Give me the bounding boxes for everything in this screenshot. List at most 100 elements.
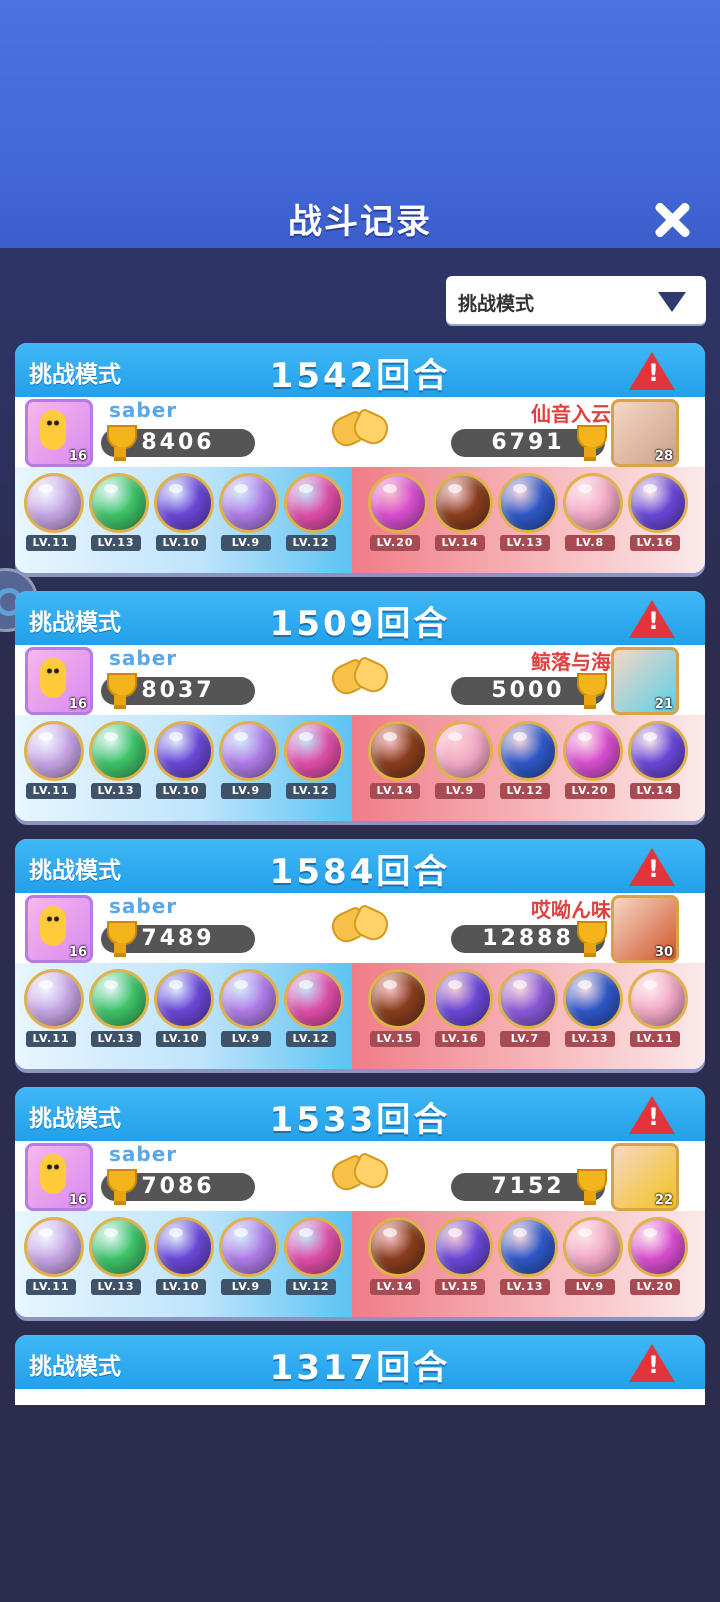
opponent-skill-3[interactable]: LV.8 <box>560 473 623 559</box>
my-skill-4[interactable]: LV.12 <box>281 473 344 559</box>
my-skill-level: LV.10 <box>156 535 206 551</box>
opponent-skill-level: LV.16 <box>630 535 680 551</box>
card-header: 挑战模式 1317回合 ! <box>15 1335 705 1389</box>
my-skill-level: LV.13 <box>91 783 141 799</box>
opponent-skill-2[interactable]: LV.7 <box>495 969 558 1055</box>
report-warning-icon[interactable]: ! <box>629 352 675 390</box>
my-skill-2[interactable]: LV.10 <box>151 969 214 1055</box>
report-warning-icon[interactable]: ! <box>629 848 675 886</box>
opponent-skill-0[interactable]: LV.15 <box>365 969 428 1055</box>
my-skill-level: LV.9 <box>221 783 271 799</box>
opponent-skill-level: LV.7 <box>500 1031 550 1047</box>
opponent-skill-level: LV.13 <box>565 1031 615 1047</box>
opponent-skill-4[interactable]: LV.14 <box>625 721 688 807</box>
my-skill-3[interactable]: LV.9 <box>216 969 279 1055</box>
report-warning-icon[interactable]: ! <box>629 1344 675 1382</box>
opponent-skill-2[interactable]: LV.13 <box>495 473 558 559</box>
opponent-level: 22 <box>654 1193 673 1208</box>
opponent-skill-orb-icon <box>563 969 623 1029</box>
opponent-skill-level: LV.14 <box>630 783 680 799</box>
my-skill-level: LV.12 <box>286 1031 336 1047</box>
my-skill-2[interactable]: LV.10 <box>151 1217 214 1303</box>
my-avatar[interactable]: 16 <box>25 647 93 715</box>
opponent-skill-1[interactable]: LV.14 <box>430 473 493 559</box>
opponent-avatar[interactable]: 30 <box>611 895 679 963</box>
battle-record-card[interactable]: 挑战模式 1542回合 ! 16 saber 8406 仙音入云 6791 28… <box>15 343 705 573</box>
opponent-avatar[interactable]: 22 <box>611 1143 679 1211</box>
opponent-level: 28 <box>654 449 673 464</box>
opponent-skill-4[interactable]: LV.11 <box>625 969 688 1055</box>
my-skill-3[interactable]: LV.9 <box>216 1217 279 1303</box>
my-skill-0[interactable]: LV.11 <box>21 1217 84 1303</box>
battle-record-card[interactable]: 挑战模式 1317回合 ! <box>15 1335 705 1405</box>
opponent-skill-level: LV.15 <box>435 1279 485 1295</box>
my-avatar[interactable]: 16 <box>25 1143 93 1211</box>
my-skill-3[interactable]: LV.9 <box>216 721 279 807</box>
battle-record-card[interactable]: 挑战模式 1533回合 ! 16 saber 7086 7152 22 LV.1… <box>15 1087 705 1317</box>
opponent-skill-2[interactable]: LV.13 <box>495 1217 558 1303</box>
my-skill-orb-icon <box>24 473 84 533</box>
my-skill-1[interactable]: LV.13 <box>86 473 149 559</box>
report-warning-icon[interactable]: ! <box>629 1096 675 1134</box>
my-skill-level: LV.11 <box>26 535 76 551</box>
battle-record-card[interactable]: 挑战模式 1584回合 ! 16 saber 7489 哎呦ん味 12888 3… <box>15 839 705 1069</box>
my-skill-3[interactable]: LV.9 <box>216 473 279 559</box>
my-skill-orb-icon <box>219 721 279 781</box>
opponent-level: 30 <box>654 945 673 960</box>
my-level: 16 <box>68 945 87 960</box>
opponent-skill-level: LV.12 <box>500 783 550 799</box>
opponent-skill-0[interactable]: LV.20 <box>365 473 428 559</box>
my-skill-orb-icon <box>154 473 214 533</box>
close-icon[interactable] <box>652 200 692 240</box>
opponent-name: 仙音入云 <box>531 402 611 426</box>
trophy-icon <box>571 673 609 709</box>
my-skill-4[interactable]: LV.12 <box>281 1217 344 1303</box>
my-avatar[interactable]: 16 <box>25 399 93 467</box>
opponent-skill-3[interactable]: LV.20 <box>560 721 623 807</box>
handshake-icon <box>330 653 388 697</box>
opponent-skill-4[interactable]: LV.20 <box>625 1217 688 1303</box>
record-rounds: 1317回合 <box>269 1348 451 1388</box>
mode-filter-dropdown[interactable]: 挑战模式 <box>446 276 706 324</box>
opponent-skill-1[interactable]: LV.16 <box>430 969 493 1055</box>
opponent-avatar[interactable]: 28 <box>611 399 679 467</box>
report-warning-icon[interactable]: ! <box>629 600 675 638</box>
opponent-skill-orb-icon <box>368 969 428 1029</box>
trophy-icon <box>101 673 139 709</box>
opponent-skill-1[interactable]: LV.9 <box>430 721 493 807</box>
opponent-skill-3[interactable]: LV.13 <box>560 969 623 1055</box>
opponent-skill-orb-icon <box>498 969 558 1029</box>
skill-slots: LV.11 LV.13 LV.10 LV.9 LV.12 LV.14 LV.15… <box>15 1211 705 1317</box>
battle-record-list[interactable]: 挑战模式 1542回合 ! 16 saber 8406 仙音入云 6791 28… <box>15 343 705 1405</box>
opponent-skill-0[interactable]: LV.14 <box>365 1217 428 1303</box>
my-skill-orb-icon <box>89 1217 149 1277</box>
my-skill-level: LV.10 <box>156 1031 206 1047</box>
opponent-skill-orb-icon <box>498 721 558 781</box>
opponent-skill-level: LV.8 <box>565 535 615 551</box>
opponent-skill-3[interactable]: LV.9 <box>560 1217 623 1303</box>
my-skill-orb-icon <box>89 721 149 781</box>
opponent-skill-orb-icon <box>433 969 493 1029</box>
opponent-skill-2[interactable]: LV.12 <box>495 721 558 807</box>
opponent-name: 哎呦ん味 <box>531 898 611 922</box>
handshake-icon <box>330 1149 388 1193</box>
opponent-skill-1[interactable]: LV.15 <box>430 1217 493 1303</box>
opponent-skill-0[interactable]: LV.14 <box>365 721 428 807</box>
opponent-skill-level: LV.20 <box>565 783 615 799</box>
my-skill-0[interactable]: LV.11 <box>21 473 84 559</box>
my-skill-row: LV.11 LV.13 LV.10 LV.9 LV.12 <box>15 715 352 821</box>
my-skill-1[interactable]: LV.13 <box>86 1217 149 1303</box>
my-skill-orb-icon <box>89 473 149 533</box>
my-skill-0[interactable]: LV.11 <box>21 969 84 1055</box>
my-skill-2[interactable]: LV.10 <box>151 721 214 807</box>
my-skill-2[interactable]: LV.10 <box>151 473 214 559</box>
opponent-skill-4[interactable]: LV.16 <box>625 473 688 559</box>
my-skill-4[interactable]: LV.12 <box>281 969 344 1055</box>
my-skill-4[interactable]: LV.12 <box>281 721 344 807</box>
opponent-avatar[interactable]: 21 <box>611 647 679 715</box>
battle-record-card[interactable]: 挑战模式 1509回合 ! 16 saber 8037 鲸落与海 5000 21… <box>15 591 705 821</box>
my-skill-1[interactable]: LV.13 <box>86 721 149 807</box>
my-avatar[interactable]: 16 <box>25 895 93 963</box>
my-skill-0[interactable]: LV.11 <box>21 721 84 807</box>
my-skill-1[interactable]: LV.13 <box>86 969 149 1055</box>
